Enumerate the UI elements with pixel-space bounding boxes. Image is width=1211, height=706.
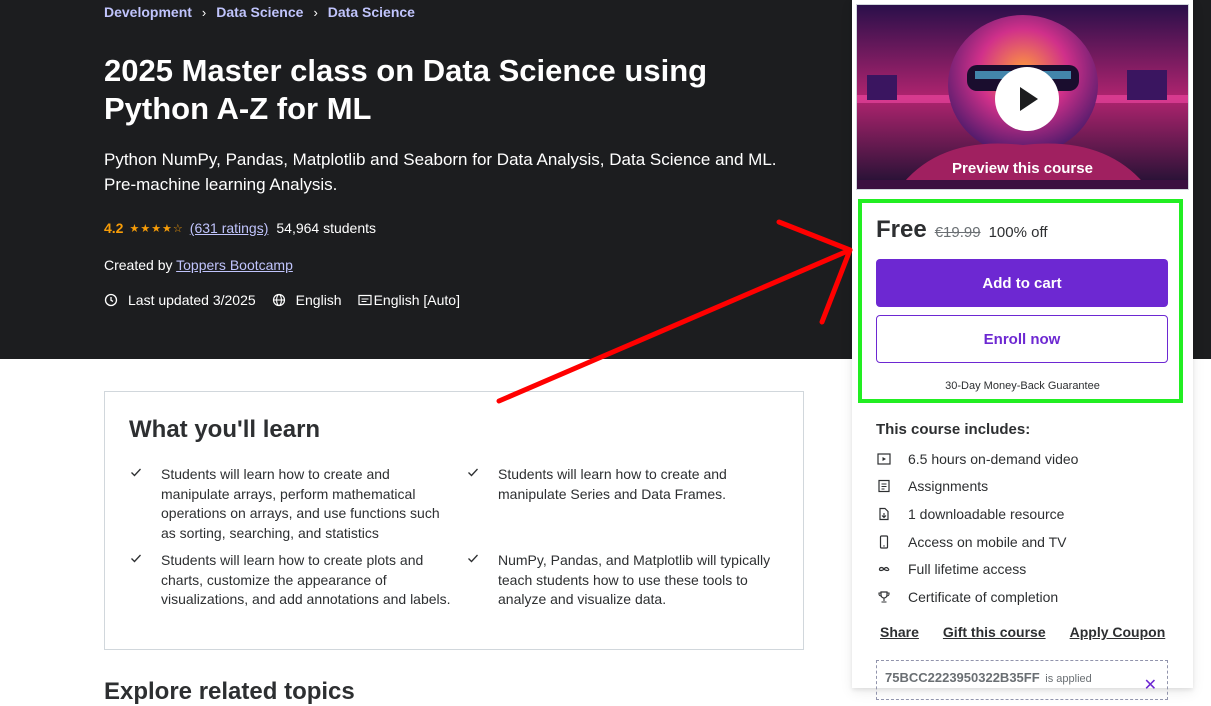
learn-item: Students will learn how to create and ma… [468,465,788,504]
breadcrumb-item-data-science-topic[interactable]: Data Science [328,4,415,20]
include-text: 6.5 hours on-demand video [908,451,1079,467]
include-item: Full lifetime access [876,561,1026,577]
check-icon [468,468,478,477]
include-item: Assignments [876,478,988,494]
created-by: Created by Toppers Bootcamp [104,257,293,273]
learn-item: NumPy, Pandas, and Matplotlib will typic… [468,551,788,610]
include-item: 6.5 hours on-demand video [876,451,1078,467]
apply-coupon-link[interactable]: Apply Coupon [1070,624,1166,640]
students-count: 54,964 students [276,220,377,236]
assignment-icon [876,478,892,494]
include-item: Certificate of completion [876,589,1058,605]
trophy-icon [876,589,892,605]
ratings-count-link[interactable]: (631 ratings) [190,220,269,236]
coupon-status: is applied [1045,673,1092,685]
include-text: Certificate of completion [908,589,1059,605]
learn-item: Students will learn how to create and ma… [131,465,451,543]
include-item: Access on mobile and TV [876,534,1067,550]
check-icon [131,468,141,477]
include-item: 1 downloadable resource [876,506,1064,522]
related-topics-heading: Explore related topics [104,678,355,705]
card-links: Share Gift this course Apply Coupon [880,624,1165,640]
remove-coupon-icon[interactable]: ✕ [1144,675,1157,695]
course-language: English [295,292,342,308]
rating-row: 4.2 ★★★★☆ (631 ratings) 54,964 students [104,220,376,236]
coupon-applied-box: 75BCC2223950322B35FF is applied ✕ [876,660,1168,700]
breadcrumb-item-data-science[interactable]: Data Science [216,4,303,20]
learn-item: Students will learn how to create plots … [131,551,451,610]
course-meta: Last updated 3/2025 English English [Aut… [104,292,476,308]
mobile-icon [876,534,892,550]
star-rating-icon: ★★★★☆ [129,222,184,235]
coupon-code: 75BCC2223950322B35FF [885,670,1040,685]
course-captions: English [Auto] [373,292,460,308]
play-icon[interactable] [995,67,1059,131]
instructor-link[interactable]: Toppers Bootcamp [176,257,293,273]
chevron-right-icon: › [313,4,318,20]
learn-item-text: Students will learn how to create and ma… [161,466,440,541]
include-text: Assignments [908,478,989,494]
course-title: 2025 Master class on Data Science using … [104,53,708,126]
captions-icon [357,294,372,306]
coupon-code-row: 75BCC2223950322B35FF is applied [885,670,1092,685]
rating-value: 4.2 [104,220,124,236]
learn-item-text: Students will learn how to create plots … [161,552,451,607]
chevron-right-icon: › [201,4,207,20]
learn-item-text: Students will learn how to create and ma… [498,466,727,502]
update-icon [104,293,118,307]
what-youll-learn-box: What you'll learn Students will learn ho… [104,391,804,650]
include-text: 1 downloadable resource [908,506,1065,522]
last-updated: Last updated 3/2025 [128,292,256,308]
learn-heading: What you'll learn [129,416,321,443]
created-by-label: Created by [104,257,173,273]
breadcrumb-item-development[interactable]: Development [104,4,192,20]
course-subtitle: Python NumPy, Pandas, Matplotlib and Sea… [104,150,777,194]
breadcrumb: Development › Data Science › Data Scienc… [104,4,415,20]
infinity-icon [876,561,892,577]
share-link[interactable]: Share [880,624,919,640]
check-icon [468,554,478,563]
course-preview[interactable]: Preview this course [856,4,1189,190]
highlight-annotation-box [858,199,1183,403]
check-icon [131,554,141,563]
globe-icon [272,293,285,307]
include-text: Access on mobile and TV [908,534,1067,550]
includes-heading: This course includes: [876,421,1031,438]
gift-course-link[interactable]: Gift this course [943,624,1046,640]
include-text: Full lifetime access [908,561,1027,577]
video-icon [876,451,892,467]
preview-label[interactable]: Preview this course [857,160,1188,177]
download-icon [876,506,892,522]
learn-item-text: NumPy, Pandas, and Matplotlib will typic… [498,552,771,607]
